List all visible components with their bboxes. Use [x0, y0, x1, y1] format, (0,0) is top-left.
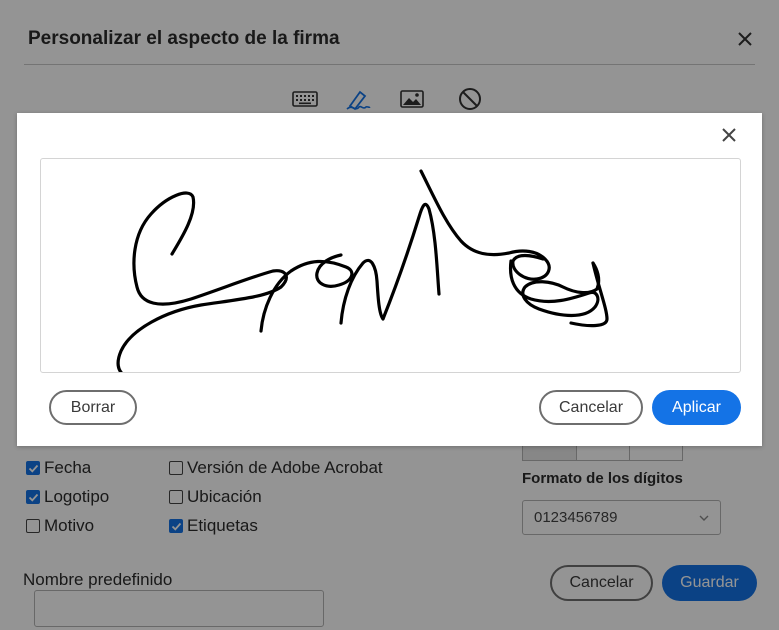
apply-button[interactable]: Aplicar: [652, 390, 741, 425]
signature-canvas[interactable]: [40, 158, 741, 373]
drawn-signature: [116, 169, 609, 372]
clear-button[interactable]: Borrar: [49, 390, 137, 425]
cancel-button[interactable]: Cancelar: [539, 390, 643, 425]
close-icon[interactable]: [720, 126, 738, 144]
draw-signature-modal: Borrar Cancelar Aplicar: [17, 113, 762, 446]
